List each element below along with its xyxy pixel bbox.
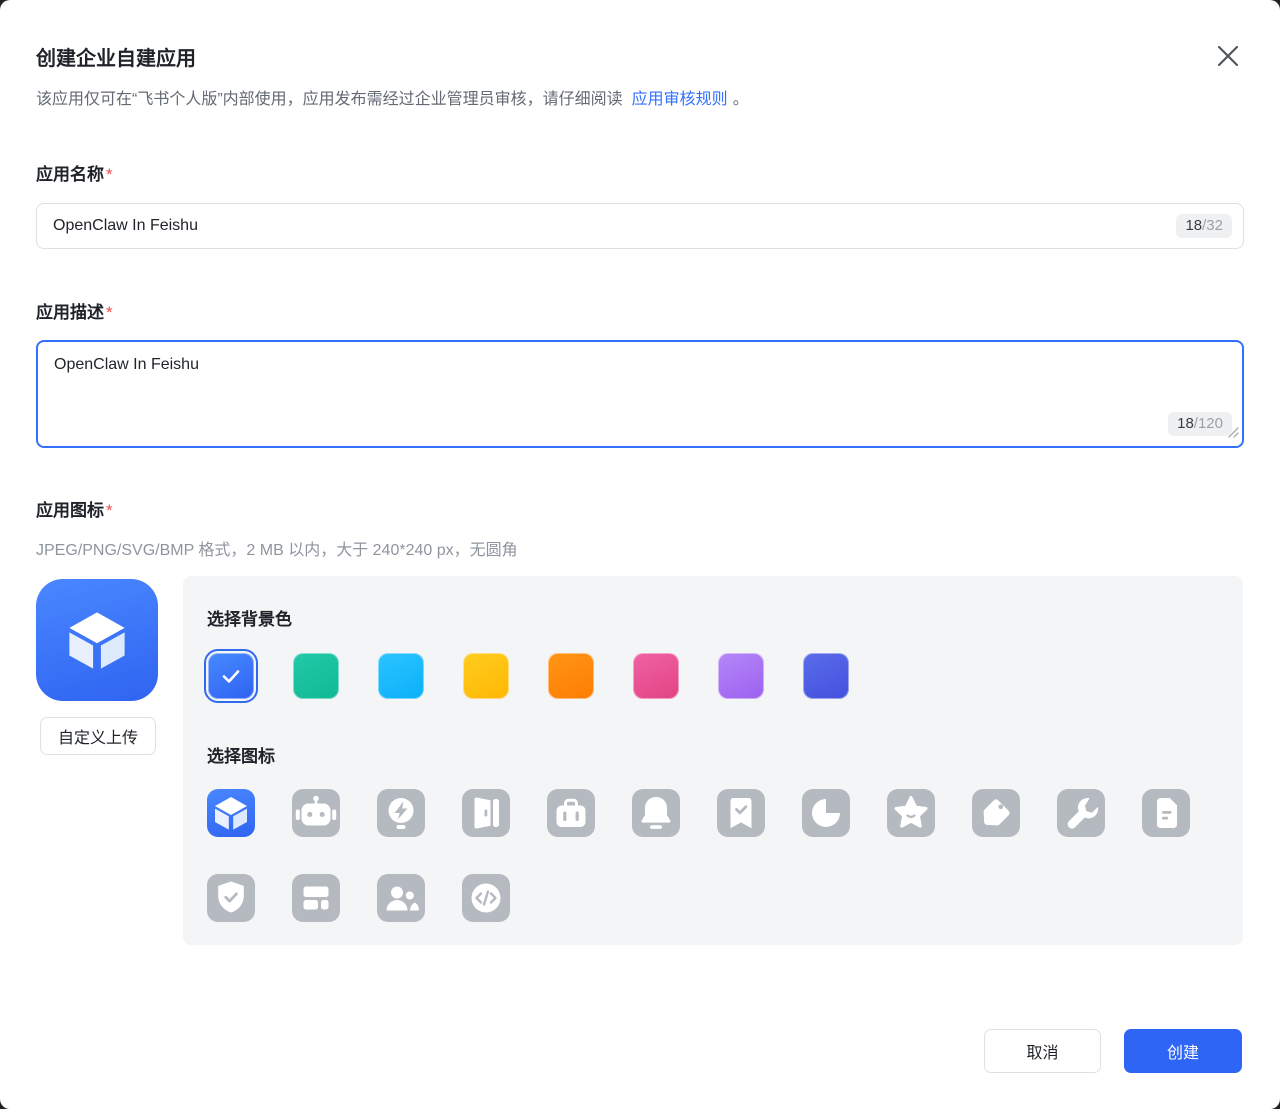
app-icon-option-cube[interactable] xyxy=(207,789,255,837)
app-icon-option-pie[interactable] xyxy=(802,789,850,837)
color-swatch-fill xyxy=(378,653,424,699)
app-icon-option-wrench[interactable] xyxy=(1057,789,1105,837)
app-icon-option-users[interactable] xyxy=(377,874,425,922)
icon-section-title: 选择图标 xyxy=(207,742,275,767)
color-swatch-orange[interactable] xyxy=(544,649,598,703)
app-name-label: 应用名称* xyxy=(36,160,113,185)
users-icon xyxy=(377,874,425,922)
close-icon xyxy=(1215,43,1241,69)
lightbulb-icon xyxy=(377,789,425,837)
review-rules-link[interactable]: 应用审核规则 xyxy=(632,91,728,108)
custom-upload-button[interactable]: 自定义上传 xyxy=(40,717,156,755)
color-swatch-green[interactable] xyxy=(289,649,343,703)
bookmark-check-icon xyxy=(717,789,765,837)
color-swatch-row xyxy=(204,649,853,703)
app-desc-label-text: 应用描述 xyxy=(36,303,104,322)
pie-icon xyxy=(802,789,850,837)
tag-icon xyxy=(972,789,1020,837)
briefcase-icon xyxy=(547,789,595,837)
color-swatch-yellow[interactable] xyxy=(459,649,513,703)
color-swatch-blue[interactable] xyxy=(204,649,258,703)
icon-grid xyxy=(207,789,1219,922)
app-desc-textarea[interactable]: OpenClaw In Feishu xyxy=(36,340,1244,448)
app-name-label-text: 应用名称 xyxy=(36,165,104,184)
layout-icon xyxy=(292,874,340,922)
background-color-section-title: 选择背景色 xyxy=(207,605,292,630)
app-icon-option-document[interactable] xyxy=(1142,789,1190,837)
app-icon-hint: JPEG/PNG/SVG/BMP 格式，2 MB 以内，大于 240*240 p… xyxy=(36,536,518,560)
color-swatch-indigo[interactable] xyxy=(799,649,853,703)
code-icon xyxy=(462,874,510,922)
app-icon-option-lightbulb[interactable] xyxy=(377,789,425,837)
create-button[interactable]: 创建 xyxy=(1124,1029,1242,1073)
cube-icon xyxy=(58,601,136,679)
color-swatch-fill xyxy=(803,653,849,699)
door-icon xyxy=(462,789,510,837)
app-icon-option-tag[interactable] xyxy=(972,789,1020,837)
bell-icon xyxy=(632,789,680,837)
star-icon xyxy=(887,789,935,837)
app-icon-option-layout[interactable] xyxy=(292,874,340,922)
color-swatch-fill xyxy=(718,653,764,699)
color-swatch-cyan[interactable] xyxy=(374,649,428,703)
app-desc-label: 应用描述* xyxy=(36,298,113,323)
required-asterisk: * xyxy=(106,501,113,520)
app-icon-preview xyxy=(36,579,158,701)
app-icon-option-star[interactable] xyxy=(887,789,935,837)
dialog-subtitle: 该应用仅可在“飞书个人版”内部使用，应用发布需经过企业管理员审核，请仔细阅读应用… xyxy=(36,88,1244,112)
color-swatch-fill xyxy=(208,653,254,699)
app-icon-label-text: 应用图标 xyxy=(36,501,104,520)
color-swatch-purple[interactable] xyxy=(714,649,768,703)
color-swatch-pink[interactable] xyxy=(629,649,683,703)
close-button[interactable] xyxy=(1214,42,1242,70)
icon-config-panel: 选择背景色 选择图标 xyxy=(183,576,1243,945)
color-swatch-fill xyxy=(633,653,679,699)
robot-icon xyxy=(292,789,340,837)
app-desc-field-wrap: OpenClaw In Feishu 18/120 xyxy=(36,340,1244,448)
checkmark-icon xyxy=(218,663,244,689)
app-icon-option-bell[interactable] xyxy=(632,789,680,837)
cancel-button[interactable]: 取消 xyxy=(984,1029,1101,1073)
app-name-field-wrap: 18/32 xyxy=(36,203,1244,249)
app-icon-option-robot[interactable] xyxy=(292,789,340,837)
app-icon-option-door[interactable] xyxy=(462,789,510,837)
cube-icon xyxy=(207,789,255,837)
document-icon xyxy=(1142,789,1190,837)
dialog-title: 创建企业自建应用 xyxy=(36,42,196,71)
color-swatch-fill xyxy=(548,653,594,699)
wrench-icon xyxy=(1057,789,1105,837)
required-asterisk: * xyxy=(106,165,113,184)
app-name-input[interactable] xyxy=(36,203,1244,249)
color-swatch-fill xyxy=(463,653,509,699)
subtitle-suffix: 。 xyxy=(733,91,749,108)
app-icon-option-code[interactable] xyxy=(462,874,510,922)
color-swatch-fill xyxy=(293,653,339,699)
app-icon-option-shield-check[interactable] xyxy=(207,874,255,922)
app-icon-label: 应用图标* xyxy=(36,496,113,521)
app-icon-option-bookmark-check[interactable] xyxy=(717,789,765,837)
required-asterisk: * xyxy=(106,303,113,322)
create-app-dialog: 创建企业自建应用 该应用仅可在“飞书个人版”内部使用，应用发布需经过企业管理员审… xyxy=(0,0,1280,1109)
shield-check-icon xyxy=(207,874,255,922)
subtitle-text: 该应用仅可在“飞书个人版”内部使用，应用发布需经过企业管理员审核，请仔细阅读 xyxy=(36,91,623,108)
app-icon-option-briefcase[interactable] xyxy=(547,789,595,837)
